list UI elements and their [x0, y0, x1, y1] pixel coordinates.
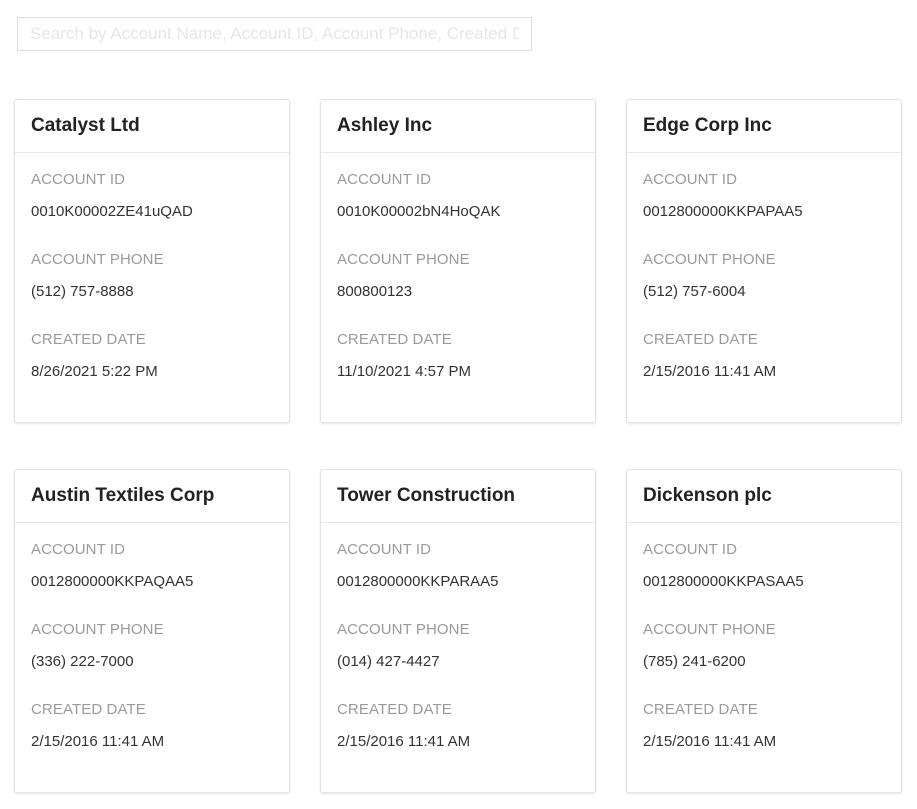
- search-bar: [17, 17, 532, 51]
- created-date-value: 2/15/2016 11:41 AM: [337, 733, 471, 750]
- account-name[interactable]: Ashley Inc: [337, 114, 579, 138]
- card-body: ACCOUNT ID 0012800000KKPAPAA5 ACCOUNT PH…: [627, 153, 901, 383]
- created-date-value: 2/15/2016 11:41 AM: [643, 363, 777, 380]
- account-phone-value: 800800123: [337, 283, 413, 300]
- account-phone-value: (512) 757-8888: [31, 283, 134, 300]
- account-id-label: ACCOUNT ID: [337, 541, 432, 558]
- card-header: Dickenson plc: [627, 470, 901, 523]
- created-date-label: CREATED DATE: [31, 331, 146, 348]
- account-id-label: ACCOUNT ID: [643, 171, 738, 188]
- account-phone-label: ACCOUNT PHONE: [337, 251, 470, 268]
- account-phone-value: (336) 222-7000: [31, 653, 134, 670]
- account-name[interactable]: Edge Corp Inc: [643, 114, 885, 138]
- created-date-value: 2/15/2016 11:41 AM: [643, 733, 777, 750]
- card-header: Edge Corp Inc: [627, 100, 901, 153]
- created-date-label: CREATED DATE: [643, 331, 758, 348]
- account-card[interactable]: Austin Textiles Corp ACCOUNT ID 00128000…: [14, 469, 290, 793]
- account-id-value: 0012800000KKPAQAA5: [31, 573, 194, 590]
- created-date-value: 2/15/2016 11:41 AM: [31, 733, 165, 750]
- account-id-value: 0010K00002ZE41uQAD: [31, 203, 193, 220]
- created-date-value: 11/10/2021 4:57 PM: [337, 363, 471, 380]
- account-card-grid: Catalyst Ltd ACCOUNT ID 0010K00002ZE41uQ…: [14, 99, 902, 793]
- account-phone-value: (785) 241-6200: [643, 653, 746, 670]
- created-date-value: 8/26/2021 5:22 PM: [31, 363, 158, 380]
- card-body: ACCOUNT ID 0012800000KKPAQAA5 ACCOUNT PH…: [15, 523, 289, 753]
- card-body: ACCOUNT ID 0010K00002bN4HoQAK ACCOUNT PH…: [321, 153, 595, 383]
- account-card[interactable]: Catalyst Ltd ACCOUNT ID 0010K00002ZE41uQ…: [14, 99, 290, 423]
- created-date-label: CREATED DATE: [31, 701, 146, 718]
- card-header: Austin Textiles Corp: [15, 470, 289, 523]
- created-date-label: CREATED DATE: [643, 701, 758, 718]
- account-phone-label: ACCOUNT PHONE: [643, 251, 776, 268]
- search-input[interactable]: [17, 17, 532, 51]
- card-body: ACCOUNT ID 0012800000KKPARAA5 ACCOUNT PH…: [321, 523, 595, 753]
- account-card[interactable]: Edge Corp Inc ACCOUNT ID 0012800000KKPAP…: [626, 99, 902, 423]
- account-phone-label: ACCOUNT PHONE: [643, 621, 776, 638]
- created-date-label: CREATED DATE: [337, 701, 452, 718]
- account-phone-value: (512) 757-6004: [643, 283, 746, 300]
- account-card[interactable]: Ashley Inc ACCOUNT ID 0010K00002bN4HoQAK…: [320, 99, 596, 423]
- account-id-label: ACCOUNT ID: [31, 541, 126, 558]
- account-card[interactable]: Tower Construction ACCOUNT ID 0012800000…: [320, 469, 596, 793]
- card-header: Catalyst Ltd: [15, 100, 289, 153]
- account-phone-value: (014) 427-4427: [337, 653, 440, 670]
- account-card[interactable]: Dickenson plc ACCOUNT ID 0012800000KKPAS…: [626, 469, 902, 793]
- account-id-value: 0012800000KKPARAA5: [337, 573, 499, 590]
- account-id-value: 0010K00002bN4HoQAK: [337, 203, 501, 220]
- account-name[interactable]: Dickenson plc: [643, 484, 885, 508]
- account-phone-label: ACCOUNT PHONE: [31, 251, 164, 268]
- account-id-label: ACCOUNT ID: [31, 171, 126, 188]
- card-header: Tower Construction: [321, 470, 595, 523]
- account-id-value: 0012800000KKPAPAA5: [643, 203, 803, 220]
- card-header: Ashley Inc: [321, 100, 595, 153]
- account-name[interactable]: Catalyst Ltd: [31, 114, 273, 138]
- account-id-label: ACCOUNT ID: [337, 171, 432, 188]
- account-id-value: 0012800000KKPASAA5: [643, 573, 804, 590]
- card-body: ACCOUNT ID 0012800000KKPASAA5 ACCOUNT PH…: [627, 523, 901, 753]
- account-phone-label: ACCOUNT PHONE: [337, 621, 470, 638]
- account-phone-label: ACCOUNT PHONE: [31, 621, 164, 638]
- account-name[interactable]: Austin Textiles Corp: [31, 484, 273, 508]
- created-date-label: CREATED DATE: [337, 331, 452, 348]
- account-id-label: ACCOUNT ID: [643, 541, 738, 558]
- account-name[interactable]: Tower Construction: [337, 484, 579, 508]
- card-body: ACCOUNT ID 0010K00002ZE41uQAD ACCOUNT PH…: [15, 153, 289, 383]
